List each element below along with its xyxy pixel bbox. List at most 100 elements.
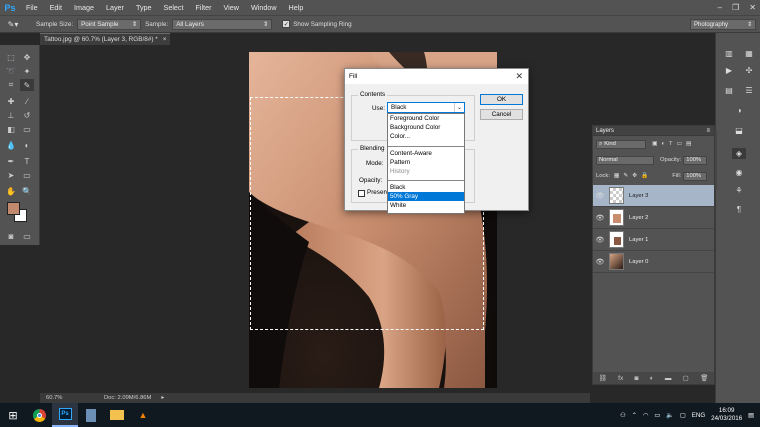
language-indicator[interactable]: ENG	[692, 412, 705, 419]
dropdown-item-black[interactable]: Black	[388, 183, 464, 192]
dropdown-item-background-color[interactable]: Background Color	[388, 123, 464, 132]
layer-row[interactable]: 👁 Layer 0	[593, 251, 714, 273]
histogram-icon[interactable]: ▥	[722, 48, 736, 59]
rectangle-tool-icon[interactable]: ▭	[20, 169, 34, 181]
brush-presets-icon[interactable]: ✣	[742, 65, 756, 76]
layer-filter-select[interactable]: ⌕ Kind	[596, 139, 646, 149]
status-arrow-icon[interactable]: ▸	[161, 395, 164, 401]
paths-icon[interactable]: ⚘	[732, 185, 746, 196]
crop-tool-icon[interactable]: ⌗	[4, 79, 18, 91]
menu-image[interactable]: Image	[68, 3, 100, 12]
healing-brush-tool-icon[interactable]: ✚	[4, 95, 18, 107]
trash-icon[interactable]: 🗑	[700, 374, 708, 382]
dialog-title-bar[interactable]: Fill	[345, 69, 528, 84]
layer-row[interactable]: 👁 Layer 1	[593, 229, 714, 251]
eyedropper-tool-icon[interactable]: ✎	[20, 79, 34, 91]
menu-filter[interactable]: Filter	[190, 3, 218, 12]
action-center-icon[interactable]: ▤	[748, 412, 754, 419]
dropdown-item-content-aware[interactable]: Content-Aware	[388, 149, 464, 158]
dropdown-item-pattern[interactable]: Pattern	[388, 158, 464, 167]
mask-icon[interactable]: ◙	[634, 375, 638, 382]
close-icon[interactable]: ✕	[515, 71, 523, 82]
link-icon[interactable]: ⛓	[599, 374, 607, 382]
close-tab-icon[interactable]: ×	[163, 36, 167, 43]
zoom-level[interactable]: 60.7%	[46, 395, 74, 401]
filter-shape-icon[interactable]: ▭	[677, 141, 682, 147]
menu-file[interactable]: File	[20, 3, 44, 12]
screen-mode-icon[interactable]: ▭	[20, 230, 34, 242]
move-tool-icon[interactable]: ✥	[20, 51, 34, 63]
document-tab[interactable]: Tattoo.jpg @ 60.7% (Layer 3, RGB/8#) * ×	[40, 33, 170, 45]
navigator-icon[interactable]: ▦	[742, 48, 756, 59]
layer-row[interactable]: 👁 Layer 2	[593, 207, 714, 229]
eyedropper-tool-icon[interactable]: ✎▾	[0, 20, 26, 29]
actions-icon[interactable]: ▶	[722, 65, 736, 76]
vlc-icon[interactable]: ▲	[130, 403, 156, 427]
brush-tool-icon[interactable]: ∕	[20, 95, 34, 107]
menu-layer[interactable]: Layer	[100, 3, 130, 12]
blend-mode-select[interactable]: Normal	[596, 155, 654, 165]
windows-start-icon[interactable]: ⊞	[0, 403, 26, 427]
dodge-tool-icon[interactable]: ◐	[20, 139, 34, 151]
visibility-eye-icon[interactable]: 👁	[593, 214, 607, 222]
fx-icon[interactable]: fx	[618, 375, 623, 382]
show-ring-checkbox[interactable]: ✓	[282, 20, 291, 28]
magic-wand-tool-icon[interactable]: ✦	[20, 65, 34, 77]
foreground-color-swatch[interactable]	[7, 202, 20, 215]
sample-select[interactable]: All Layers ⇕	[172, 18, 273, 30]
dropdown-item-white[interactable]: White	[388, 201, 464, 210]
sample-size-select[interactable]: Point Sample ⇕	[77, 18, 142, 30]
menu-edit[interactable]: Edit	[44, 3, 68, 12]
chrome-icon[interactable]	[26, 403, 52, 427]
eraser-tool-icon[interactable]: ◧	[4, 123, 18, 135]
new-layer-icon[interactable]: ▢	[683, 374, 689, 382]
lock-pixels-icon[interactable]: ▦	[614, 173, 619, 179]
filter-pixel-icon[interactable]: ▣	[652, 141, 657, 147]
clone-stamp-tool-icon[interactable]: ⊥	[4, 109, 18, 121]
workspace-select[interactable]: Photography ⇕	[690, 19, 756, 30]
file-explorer-icon[interactable]	[104, 403, 130, 427]
menu-window[interactable]: Window	[245, 3, 283, 12]
menu-select[interactable]: Select	[158, 3, 190, 12]
filter-smart-icon[interactable]: ▤	[686, 141, 691, 147]
lock-paint-icon[interactable]: ✎	[623, 173, 628, 179]
dropdown-item-color[interactable]: Color...	[388, 132, 464, 141]
minimize-icon[interactable]: –	[718, 3, 722, 12]
cancel-button[interactable]: Cancel	[480, 109, 523, 120]
lasso-tool-icon[interactable]: ➰	[4, 65, 18, 77]
filter-adjust-icon[interactable]: ◐	[661, 141, 665, 147]
visibility-eye-icon[interactable]: 👁	[593, 236, 607, 244]
restore-icon[interactable]: ❐	[732, 3, 739, 12]
photoshop-taskbar-icon[interactable]: Ps	[52, 403, 78, 427]
marquee-tool-icon[interactable]: ⬚	[4, 51, 18, 63]
filter-type-icon[interactable]: T	[669, 141, 673, 147]
blur-tool-icon[interactable]: 💧	[4, 139, 18, 151]
character-icon[interactable]: ¶	[732, 204, 746, 215]
properties-icon[interactable]: ☰	[742, 85, 756, 96]
panel-menu-icon[interactable]: ≡	[706, 128, 710, 134]
network-icon[interactable]: ▭	[654, 412, 660, 419]
people-icon[interactable]: ⚇	[620, 412, 626, 419]
notification-icon[interactable]: ▢	[680, 412, 686, 419]
volume-icon[interactable]: 🔈	[666, 411, 674, 419]
lock-all-icon[interactable]: 🔒	[641, 173, 648, 179]
type-tool-icon[interactable]: T	[20, 155, 34, 167]
adjustment-icon[interactable]: ◐	[650, 375, 654, 382]
fill-input[interactable]: 100%	[683, 171, 708, 181]
visibility-eye-icon[interactable]: 👁	[593, 192, 607, 200]
clock[interactable]: 16:09 24/03/2016	[711, 407, 742, 423]
layer-row[interactable]: 👁 Layer 3	[593, 185, 714, 207]
channels-icon[interactable]: ◉	[732, 167, 746, 178]
styles-icon[interactable]: ⬓	[732, 125, 746, 136]
info-icon[interactable]: ▤	[722, 85, 736, 96]
gradient-tool-icon[interactable]: ▭	[20, 123, 34, 135]
use-select[interactable]: Black ⌄	[387, 102, 465, 113]
adjustments-icon[interactable]: ◑	[732, 105, 746, 116]
menu-view[interactable]: View	[218, 3, 245, 12]
calculator-icon[interactable]	[78, 403, 104, 427]
menu-help[interactable]: Help	[283, 3, 310, 12]
lock-position-icon[interactable]: ✥	[632, 173, 637, 179]
zoom-tool-icon[interactable]: 🔍	[20, 185, 34, 197]
hand-tool-icon[interactable]: ✋	[4, 185, 18, 197]
opacity-input[interactable]: 100%	[683, 155, 708, 165]
